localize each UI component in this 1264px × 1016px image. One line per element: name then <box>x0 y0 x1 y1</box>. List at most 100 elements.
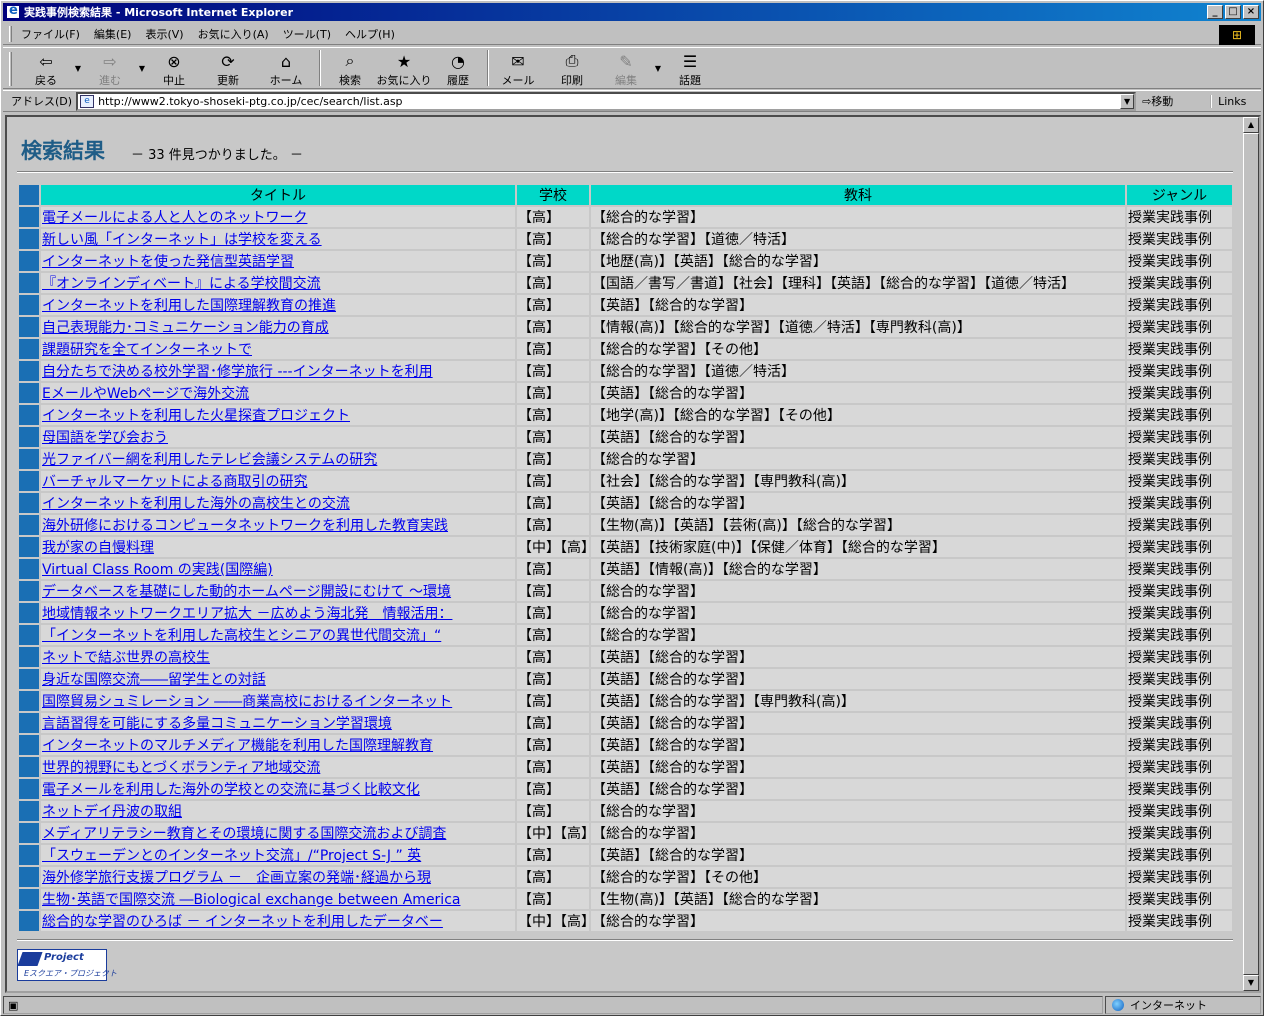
row-school-cell: 【高】 <box>517 735 589 755</box>
result-title-link[interactable]: 世界的視野にもとづくボランティア地域交流 <box>42 760 320 776</box>
row-school-cell: 【高】 <box>517 273 589 293</box>
menu-help[interactable]: ヘルプ(H) <box>345 26 395 42</box>
result-title-link[interactable]: 「インターネットを利用した高校生とシニアの異世代間交流」“ <box>42 628 441 644</box>
result-title-link[interactable]: ネットデイ丹波の取組 <box>42 804 182 820</box>
row-school-cell: 【高】 <box>517 493 589 513</box>
forward-button[interactable]: ⇨ 進む <box>85 48 135 88</box>
menu-edit[interactable]: 編集(E) <box>94 26 132 42</box>
minimize-button[interactable]: _ <box>1207 5 1223 19</box>
result-title-link[interactable]: 国際貿易シュミレーション ――商業高校におけるインターネット <box>42 694 452 710</box>
result-title-link[interactable]: インターネットを利用した火星探査プロジェクト <box>42 408 350 424</box>
result-title-link[interactable]: 課題研究を全てインターネットで <box>42 342 252 358</box>
row-school-cell: 【高】 <box>517 449 589 469</box>
stop-button[interactable]: ⊗ 中止 <box>149 48 199 88</box>
result-title-link[interactable]: 光ファイバー網を利用したテレビ会議システムの研究 <box>42 452 377 468</box>
table-row: 国際貿易シュミレーション ――商業高校におけるインターネット 【高】 【英語】【総合… <box>19 691 1232 711</box>
result-title-link[interactable]: 電子メールを利用した海外の学校との交流に基づく比較文化 <box>42 782 420 798</box>
search-icon: ⌕ <box>345 51 355 70</box>
forward-arrow-icon: ⇨ <box>103 51 117 71</box>
result-title-link[interactable]: インターネットを利用した海外の高校生との交流 <box>42 496 350 512</box>
row-title-cell: 自分たちで決める校外学習･修学旅行 ---インターネットを利用 <box>41 361 515 381</box>
menu-favorites[interactable]: お気に入り(A) <box>198 26 269 42</box>
result-title-link[interactable]: EメールやWebページで海外交流 <box>42 386 249 402</box>
close-button[interactable]: × <box>1243 5 1259 19</box>
result-title-link[interactable]: 身近な国際交流――留学生との対話 <box>42 672 266 688</box>
edit-dropdown[interactable]: ▼ <box>651 48 665 88</box>
menu-file[interactable]: ファイル(F) <box>21 26 80 42</box>
title-bar: 実践事例検索結果 - Microsoft Internet Explorer _… <box>3 3 1261 21</box>
row-school-cell: 【中】【高】 <box>517 911 589 931</box>
table-row: 言語習得を可能にする多量コミュニケーション学習環境 【高】 【英語】【総合的な学習】… <box>19 713 1232 733</box>
result-title-link[interactable]: 「スウェーデンとのインターネット交流」/“Project S-J ” 英 <box>42 848 421 864</box>
menu-tools[interactable]: ツール(T) <box>283 26 331 42</box>
result-title-link[interactable]: Virtual Class Room の実践(国際編) <box>42 562 273 578</box>
result-title-link[interactable]: 自己表現能力･コミュニケーション能力の育成 <box>42 320 329 336</box>
back-button[interactable]: ⇦ 戻る <box>21 48 71 88</box>
print-button[interactable]: ⎙ 印刷 <box>543 48 601 88</box>
maximize-button[interactable]: □ <box>1225 5 1241 19</box>
row-marker <box>19 757 39 777</box>
row-marker <box>19 691 39 711</box>
result-title-link[interactable]: ネットで結ぶ世界の高校生 <box>42 650 210 666</box>
result-title-link[interactable]: バーチャルマーケットによる商取引の研究 <box>42 474 307 490</box>
row-title-cell: 電子メールによる人と人とのネットワーク <box>41 207 515 227</box>
result-title-link[interactable]: 総合的な学習のひろば － インターネットを利用したデータベー <box>42 914 443 930</box>
table-header-row: タイトル 学校 教科 ジャンル <box>19 185 1232 205</box>
result-title-link[interactable]: 『オンラインディベート』による学校間交流 <box>42 276 321 292</box>
result-title-link[interactable]: 地域情報ネットワークエリア拡大 －広めよう海北発 情報活用： <box>42 606 452 622</box>
result-title-link[interactable]: 海外研修におけるコンピュータネットワークを利用した教育実践 <box>42 518 448 534</box>
search-button[interactable]: ⌕ 検索 <box>325 48 375 88</box>
refresh-button[interactable]: ⟳ 更新 <box>199 48 257 88</box>
scroll-thumb[interactable] <box>1243 133 1259 975</box>
row-genre-cell: 授業実践事例 <box>1127 207 1232 227</box>
scroll-down-button[interactable]: ▼ <box>1243 975 1259 991</box>
back-dropdown[interactable]: ▼ <box>71 48 85 88</box>
result-title-link[interactable]: 言語習得を可能にする多量コミュニケーション学習環境 <box>42 716 392 732</box>
row-subject-cell: 【総合的な学習】 <box>591 801 1125 821</box>
go-button[interactable]: ⇨移動 <box>1142 93 1202 109</box>
result-title-link[interactable]: メディアリテラシー教育とその環境に関する国際交流および調査 <box>42 826 446 842</box>
esquare-project-logo[interactable]: Project Eスクエア・プロジェクト <box>17 949 117 981</box>
links-button[interactable]: Links <box>1210 94 1246 108</box>
result-title-link[interactable]: 母国語を学び会おう <box>42 430 168 446</box>
row-subject-cell: 【総合的な学習】 <box>591 911 1125 931</box>
row-title-cell: データベースを基礎にした動的ホームページ開設にむけて ～環境 <box>41 581 515 601</box>
result-title-link[interactable]: データベースを基礎にした動的ホームページ開設にむけて ～環境 <box>42 584 451 600</box>
vertical-scrollbar[interactable]: ▲ ▼ <box>1243 117 1259 991</box>
address-input[interactable]: e http://www2.tokyo-shoseki-ptg.co.jp/ce… <box>76 91 1137 111</box>
result-title-link[interactable]: インターネットを使った発信型英語学習 <box>42 254 294 270</box>
row-subject-cell: 【総合的な学習】 <box>591 603 1125 623</box>
address-dropdown[interactable]: ▼ <box>1120 93 1135 109</box>
forward-dropdown[interactable]: ▼ <box>135 48 149 88</box>
result-title-link[interactable]: 自分たちで決める校外学習･修学旅行 ---インターネットを利用 <box>42 364 433 380</box>
result-title-link[interactable]: 海外修学旅行支援プログラム － 企画立案の発端･経過から現 <box>42 870 431 886</box>
result-title-link[interactable]: 我が家の自慢料理 <box>42 540 154 556</box>
scroll-up-button[interactable]: ▲ <box>1243 117 1259 133</box>
results-table: タイトル 学校 教科 ジャンル 電子メールによる人と人とのネットワーク 【高】 【総… <box>17 183 1234 933</box>
result-title-link[interactable]: 生物･英語で国際交流 ―Biological exchange between … <box>42 892 460 908</box>
row-subject-cell: 【生物(高)】【英語】【芸術(高)】【総合的な学習】 <box>591 515 1125 535</box>
row-genre-cell: 授業実践事例 <box>1127 691 1232 711</box>
favorites-button[interactable]: ★ お気に入り <box>375 48 433 88</box>
edit-button[interactable]: ✎ 編集 <box>601 48 651 88</box>
page-icon: e <box>80 94 95 108</box>
row-title-cell: 電子メールを利用した海外の学校との交流に基づく比較文化 <box>41 779 515 799</box>
result-title-link[interactable]: インターネットを利用した国際理解教育の推進 <box>42 298 336 314</box>
row-title-cell: 国際貿易シュミレーション ――商業高校におけるインターネット <box>41 691 515 711</box>
address-url[interactable]: http://www2.tokyo-shoseki-ptg.co.jp/cec/… <box>98 95 402 108</box>
menu-view[interactable]: 表示(V) <box>145 26 183 42</box>
row-title-cell: 我が家の自慢料理 <box>41 537 515 557</box>
home-button[interactable]: ⌂ ホーム <box>257 48 315 88</box>
mail-button[interactable]: ✉ メール <box>493 48 543 88</box>
result-title-link[interactable]: 電子メールによる人と人とのネットワーク <box>42 210 307 226</box>
mail-icon: ✉ <box>511 51 525 71</box>
discuss-button[interactable]: ☰ 話題 <box>665 48 715 88</box>
result-title-link[interactable]: インターネットのマルチメディア機能を利用した国際理解教育 <box>42 738 433 754</box>
row-school-cell: 【高】 <box>517 361 589 381</box>
history-button[interactable]: ◔ 履歴 <box>433 48 483 88</box>
row-genre-cell: 授業実践事例 <box>1127 515 1232 535</box>
result-title-link[interactable]: 新しい風「インターネット」は学校を変える <box>42 232 322 248</box>
table-row: 総合的な学習のひろば － インターネットを利用したデータベー 【中】【高】 【総合的… <box>19 911 1232 931</box>
row-marker <box>19 449 39 469</box>
row-title-cell: 自己表現能力･コミュニケーション能力の育成 <box>41 317 515 337</box>
